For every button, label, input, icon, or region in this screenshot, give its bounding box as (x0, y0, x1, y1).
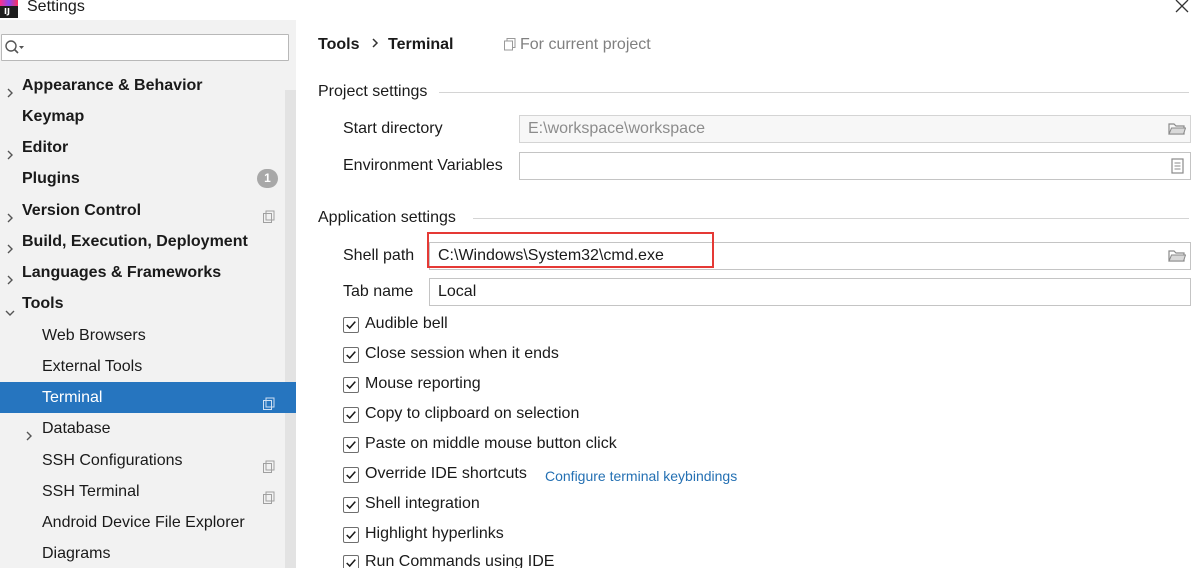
sidebar-item-plugins[interactable]: Plugins 1 (0, 163, 296, 194)
folder-icon[interactable] (1168, 121, 1186, 137)
start-directory-field[interactable]: E:\workspace\workspace (519, 115, 1191, 143)
settings-search-box[interactable] (1, 34, 289, 61)
sidebar-item-label: External Tools (42, 358, 143, 375)
search-input[interactable] (28, 37, 286, 57)
checkbox-label: Paste on middle mouse button click (365, 435, 617, 452)
chevron-right-icon[interactable] (24, 422, 34, 441)
scope-label: For current project (520, 36, 651, 53)
checkbox-checked-icon[interactable] (343, 437, 359, 453)
checkbox-checked-icon[interactable] (343, 467, 359, 483)
chevron-right-icon[interactable] (5, 79, 15, 98)
sidebar-item-label: Terminal (42, 389, 103, 406)
checkbox-label: Shell integration (365, 495, 480, 512)
project-scope-icon (262, 454, 276, 473)
update-count-badge: 1 (257, 169, 278, 188)
project-scope-icon (262, 204, 276, 223)
sidebar-item-appearance-behavior[interactable]: Appearance & Behavior (0, 70, 296, 101)
chevron-right-icon[interactable] (5, 235, 15, 254)
chevron-right-icon (372, 38, 379, 48)
breadcrumb-current: Terminal (388, 36, 454, 53)
sidebar-item-terminal[interactable]: Terminal (0, 382, 296, 413)
sidebar-item-external-tools[interactable]: External Tools (0, 351, 296, 382)
sidebar-item-label: Version Control (22, 202, 142, 219)
checkbox-label: Copy to clipboard on selection (365, 405, 580, 422)
env-vars-field[interactable] (519, 152, 1191, 180)
sidebar-item-tools[interactable]: Tools (0, 288, 296, 319)
sidebar-item-label: Languages & Frameworks (22, 264, 222, 281)
configure-keybindings-link[interactable]: Configure terminal keybindings (545, 468, 737, 484)
sidebar-item-label: Database (42, 420, 111, 437)
sidebar-item-label: Tools (22, 295, 64, 312)
tab-name-label: Tab name (343, 283, 414, 300)
checkbox-checked-icon[interactable] (343, 347, 359, 363)
project-scope-icon (262, 391, 276, 410)
start-directory-value: E:\workspace\workspace (528, 120, 705, 137)
edit-list-icon[interactable] (1168, 158, 1186, 174)
checkbox-label: Mouse reporting (365, 375, 481, 392)
section-divider (439, 92, 1189, 93)
chevron-right-icon[interactable] (5, 204, 15, 223)
sidebar-item-version-control[interactable]: Version Control (0, 195, 296, 226)
checkbox-checked-icon[interactable] (343, 377, 359, 393)
sidebar-item-label: Editor (22, 139, 69, 156)
search-icon (4, 39, 26, 62)
sidebar-item-database[interactable]: Database (0, 413, 296, 444)
sidebar-item-label: SSH Terminal (42, 483, 140, 500)
application-settings-title: Application settings (318, 209, 456, 226)
project-scope-icon (262, 485, 276, 504)
chevron-down-icon[interactable] (4, 298, 15, 316)
checkbox-label: Override IDE shortcuts (365, 465, 527, 482)
checkbox-checked-icon[interactable] (343, 527, 359, 543)
sidebar-item-label: Web Browsers (42, 327, 146, 344)
chevron-right-icon[interactable] (5, 141, 15, 160)
title-bar: IJ Settings (0, 0, 1202, 20)
sidebar-item-diagrams[interactable]: Diagrams (0, 538, 296, 568)
sidebar-item-web-browsers[interactable]: Web Browsers (0, 320, 296, 351)
checkbox-label: Highlight hyperlinks (365, 525, 504, 542)
breadcrumb-parent[interactable]: Tools (318, 36, 359, 54)
checkbox-checked-icon[interactable] (343, 317, 359, 333)
sidebar-item-ssh-configurations[interactable]: SSH Configurations (0, 445, 296, 476)
folder-icon[interactable] (1168, 248, 1186, 264)
tab-name-field[interactable]: Local (429, 278, 1191, 306)
sidebar-item-label: Keymap (22, 108, 85, 125)
section-divider (473, 218, 1189, 219)
sidebar-item-label: SSH Configurations (42, 452, 183, 469)
checkbox-checked-icon[interactable] (343, 407, 359, 423)
start-directory-label: Start directory (343, 120, 443, 137)
chevron-right-icon[interactable] (5, 266, 15, 285)
sidebar-item-ssh-terminal[interactable]: SSH Terminal (0, 476, 296, 507)
sidebar-item-keymap[interactable]: Keymap (0, 101, 296, 132)
sidebar-item-languages-frameworks[interactable]: Languages & Frameworks (0, 257, 296, 288)
shell-path-label: Shell path (343, 247, 415, 264)
sidebar-item-label: Diagrams (42, 545, 111, 562)
checkbox-label: Close session when it ends (365, 345, 559, 362)
window-title: Settings (27, 0, 85, 15)
intellij-logo-icon: IJ (0, 0, 18, 18)
checkbox-checked-icon[interactable] (343, 497, 359, 513)
shell-path-highlight-box (427, 232, 714, 268)
settings-sidebar: Appearance & Behavior Keymap Editor Plugins… (0, 20, 296, 568)
sidebar-item-label: Build, Execution, Deployment (22, 233, 248, 250)
sidebar-item-editor[interactable]: Editor (0, 132, 296, 163)
env-vars-label: Environment Variables (343, 157, 503, 174)
close-button[interactable] (1170, 0, 1194, 20)
sidebar-item-label: Plugins (22, 170, 80, 187)
project-settings-title: Project settings (318, 83, 428, 100)
project-scope-icon (504, 38, 516, 51)
close-icon (1175, 0, 1189, 13)
settings-content: Tools Terminal For current project Proje… (296, 20, 1202, 568)
checkbox-label: Audible bell (365, 315, 448, 332)
tab-name-value: Local (438, 283, 477, 300)
checkbox-checked-icon[interactable] (343, 555, 359, 568)
sidebar-item-label: Android Device File Explorer (42, 514, 245, 531)
sidebar-item-android-device-file-explorer[interactable]: Android Device File Explorer (0, 507, 296, 538)
sidebar-item-label: Appearance & Behavior (22, 77, 203, 94)
checkbox-label: Run Commands using IDE (365, 553, 555, 568)
sidebar-item-build-execution-deployment[interactable]: Build, Execution, Deployment (0, 226, 296, 257)
